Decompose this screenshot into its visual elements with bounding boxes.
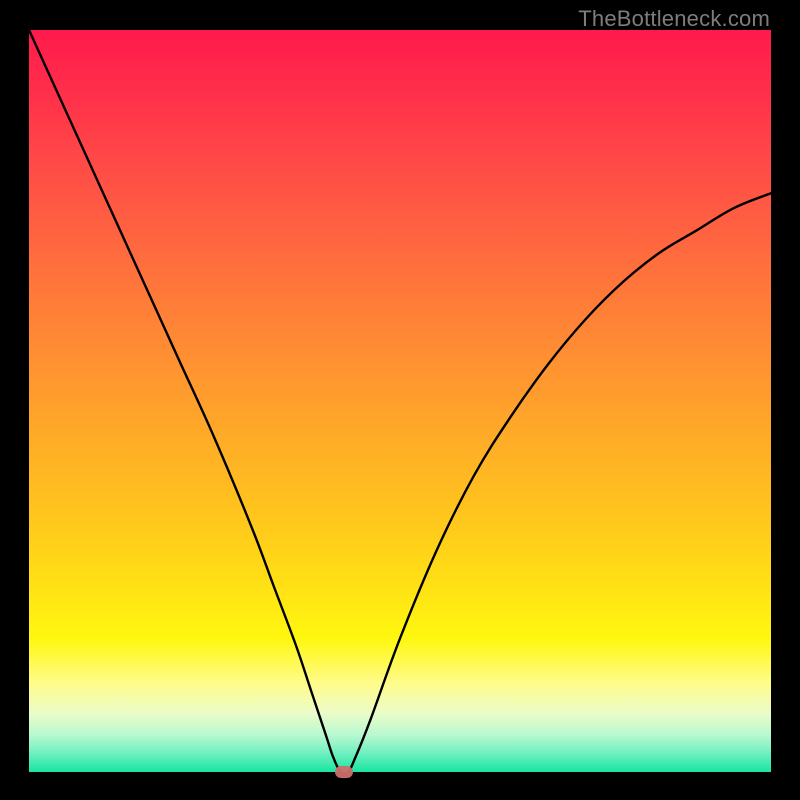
watermark-label: TheBottleneck.com (578, 6, 770, 32)
chart-frame: TheBottleneck.com (0, 0, 800, 800)
optimum-marker (335, 766, 353, 778)
plot-area (29, 30, 771, 772)
bottleneck-curve (29, 30, 771, 772)
